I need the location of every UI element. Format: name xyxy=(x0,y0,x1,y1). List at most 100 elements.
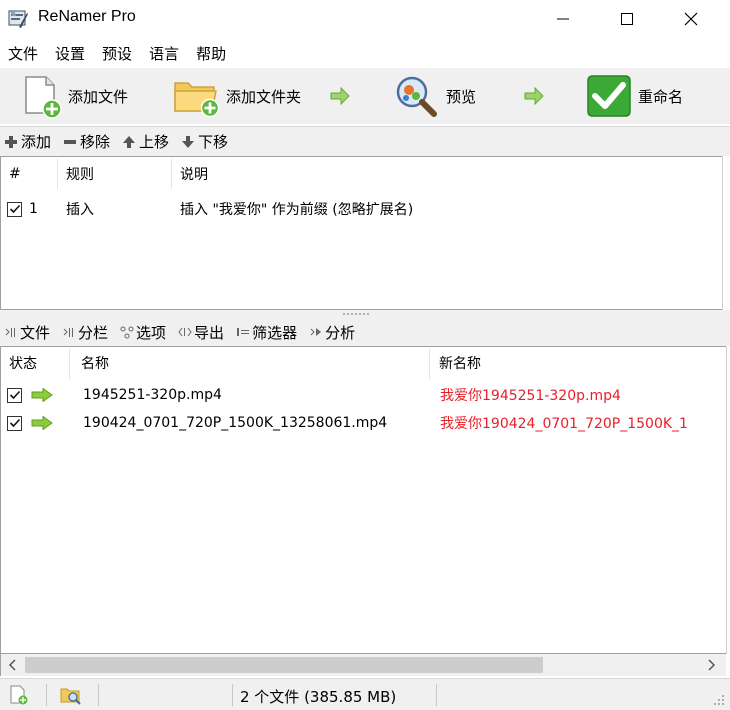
files-horizontal-scrollbar[interactable] xyxy=(0,654,726,676)
files-list[interactable]: 状态 名称 新名称 1945251-320p.mp4 我爱你1945251-32… xyxy=(0,346,726,654)
col-divider[interactable] xyxy=(429,349,430,379)
status-divider xyxy=(232,684,233,706)
export-menu[interactable]: 导出 xyxy=(178,322,224,343)
file-name: 190424_0701_720P_1500K_13258061.mp4 xyxy=(83,415,388,431)
main-toolbar: 添加文件 添加文件夹 预览 重命名 xyxy=(0,68,730,124)
arrow-up-icon xyxy=(123,135,136,148)
rename-check-icon xyxy=(587,75,631,117)
add-files-button[interactable]: 添加文件 xyxy=(18,70,128,122)
status-arrow-icon xyxy=(31,388,53,402)
files-menu-label: 文件 xyxy=(20,323,51,342)
col-header-description[interactable]: 说明 xyxy=(172,157,722,191)
splitter-grip-icon xyxy=(343,313,369,315)
filter-icon xyxy=(237,328,250,336)
files-toolbar: 文件 分栏 选项 导出 筛选器 分析 xyxy=(0,318,730,346)
col-header-name-label: 名称 xyxy=(81,356,109,372)
minimize-button[interactable] xyxy=(540,0,586,38)
minimize-icon xyxy=(557,18,569,20)
rename-label: 重命名 xyxy=(638,87,684,106)
file-checkbox[interactable] xyxy=(7,415,22,431)
renamer-app-icon xyxy=(8,10,28,28)
close-icon xyxy=(684,12,698,26)
menu-presets[interactable]: 预设 xyxy=(102,40,132,67)
add-folder-label: 添加文件夹 xyxy=(226,87,302,106)
file-checkbox[interactable] xyxy=(7,387,22,403)
menu-file[interactable]: 文件 xyxy=(8,40,38,67)
columns-menu[interactable]: 分栏 xyxy=(62,322,108,343)
add-file-small-icon[interactable] xyxy=(8,685,30,705)
options-menu-label: 选项 xyxy=(136,323,167,342)
status-arrow-icon xyxy=(31,416,53,430)
table-row[interactable]: 1945251-320p.mp4 我爱你1945251-320p.mp4 xyxy=(1,381,726,409)
col-header-rule[interactable]: 规则 xyxy=(58,157,172,191)
analyze-menu[interactable]: 分析 xyxy=(309,322,355,343)
arrow-right-icon xyxy=(330,86,350,106)
scroll-left-icon[interactable] xyxy=(5,657,21,673)
files-vertical-scrollbar[interactable] xyxy=(726,346,730,654)
minus-icon xyxy=(64,139,77,144)
export-menu-label: 导出 xyxy=(194,323,225,342)
add-folder-button[interactable]: 添加文件夹 xyxy=(172,70,301,122)
scroll-right-icon[interactable] xyxy=(703,657,719,673)
col-header-index[interactable]: # xyxy=(1,157,57,191)
remove-rule-label: 移除 xyxy=(80,133,111,151)
files-header: 状态 名称 新名称 xyxy=(1,347,726,379)
file-new-name: 我爱你190424_0701_720P_1500K_1 xyxy=(440,416,688,432)
col-header-state[interactable]: 状态 xyxy=(1,347,69,379)
status-divider xyxy=(436,684,437,706)
arrow-down-icon xyxy=(182,135,195,148)
rules-list[interactable]: # 规则 说明 1 插入 插入 "我爱你" 作为前缀 (忽略扩展名) xyxy=(0,156,722,310)
move-down-label: 下移 xyxy=(198,133,229,151)
preview-label: 预览 xyxy=(446,87,477,106)
rule-checkbox[interactable] xyxy=(7,201,22,217)
maximize-button[interactable] xyxy=(604,0,650,38)
rules-scrollbar[interactable] xyxy=(722,156,730,310)
options-nodes-icon xyxy=(120,326,134,339)
analyze-icon xyxy=(310,328,322,336)
scroll-thumb[interactable] xyxy=(25,657,543,673)
analyze-menu-label: 分析 xyxy=(325,323,356,342)
rule-description: 插入 "我爱你" 作为前缀 (忽略扩展名) xyxy=(180,202,414,218)
col-divider[interactable] xyxy=(69,349,70,379)
menu-help[interactable]: 帮助 xyxy=(196,40,226,67)
export-icon xyxy=(178,327,192,337)
menu-language[interactable]: 语言 xyxy=(149,40,179,67)
status-bar: 2 个文件 (385.85 MB) xyxy=(0,678,730,710)
menu-settings[interactable]: 设置 xyxy=(55,40,85,67)
add-rule-button[interactable]: 添加 xyxy=(4,131,51,152)
table-row[interactable]: 1 插入 插入 "我爱你" 作为前缀 (忽略扩展名) xyxy=(1,197,722,221)
files-dropdown-icon xyxy=(5,328,15,337)
options-menu[interactable]: 选项 xyxy=(120,322,166,343)
table-row[interactable]: 190424_0701_720P_1500K_13258061.mp4 我爱你1… xyxy=(1,409,726,437)
window-title: ReNamer Pro xyxy=(38,8,136,25)
remove-rule-button[interactable]: 移除 xyxy=(63,131,110,152)
add-folder-icon xyxy=(174,82,220,118)
move-up-button[interactable]: 上移 xyxy=(122,131,169,152)
file-count-summary: 2 个文件 (385.85 MB) xyxy=(240,688,397,706)
col-header-new-name[interactable]: 新名称 xyxy=(431,347,725,379)
close-button[interactable] xyxy=(668,0,714,38)
filters-menu[interactable]: 筛选器 xyxy=(236,322,297,343)
check-icon xyxy=(9,204,20,214)
resize-grip-icon[interactable] xyxy=(712,693,726,707)
check-icon xyxy=(9,418,20,428)
plus-icon xyxy=(5,135,17,148)
col-header-state-label: 状态 xyxy=(9,356,37,372)
arrow-right-icon xyxy=(524,86,544,106)
preview-button[interactable]: 预览 xyxy=(392,70,476,122)
file-new-name: 我爱你1945251-320p.mp4 xyxy=(440,388,621,404)
rule-name: 插入 xyxy=(66,202,94,218)
panel-splitter[interactable] xyxy=(0,310,730,318)
files-menu[interactable]: 文件 xyxy=(4,322,50,343)
col-header-name[interactable]: 名称 xyxy=(73,347,429,379)
check-icon xyxy=(9,390,20,400)
move-up-label: 上移 xyxy=(139,133,170,151)
menu-bar: 文件 设置 预设 语言 帮助 xyxy=(0,38,730,68)
rename-button[interactable]: 重命名 xyxy=(586,70,683,122)
move-down-button[interactable]: 下移 xyxy=(181,131,228,152)
file-name: 1945251-320p.mp4 xyxy=(83,387,222,403)
folder-search-icon[interactable] xyxy=(60,685,82,705)
add-files-label: 添加文件 xyxy=(68,87,129,106)
rule-index: 1 xyxy=(29,201,38,217)
rules-header: # 规则 说明 xyxy=(1,157,722,191)
